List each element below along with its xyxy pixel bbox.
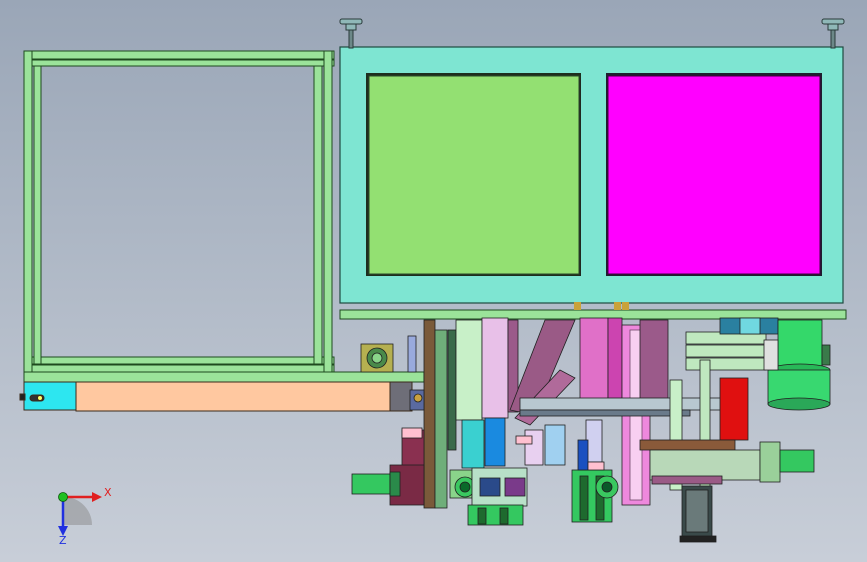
x-axis-label: X: [104, 486, 112, 499]
leveling-feet[interactable]: [339, 18, 845, 49]
z-axis-label: Z: [59, 534, 67, 547]
conveyor-base[interactable]: [19, 381, 413, 412]
axis-triad: X Z: [58, 486, 112, 547]
cad-model-drawing[interactable]: X Z: [0, 0, 867, 562]
cad-viewport[interactable]: X Z: [0, 0, 867, 562]
y-axis-dot-icon: [58, 492, 68, 502]
mounting-plate[interactable]: [339, 302, 847, 320]
x-axis-arrow-icon: [92, 492, 102, 502]
cabinet[interactable]: [339, 46, 844, 304]
machine-assembly[interactable]: [351, 317, 831, 543]
